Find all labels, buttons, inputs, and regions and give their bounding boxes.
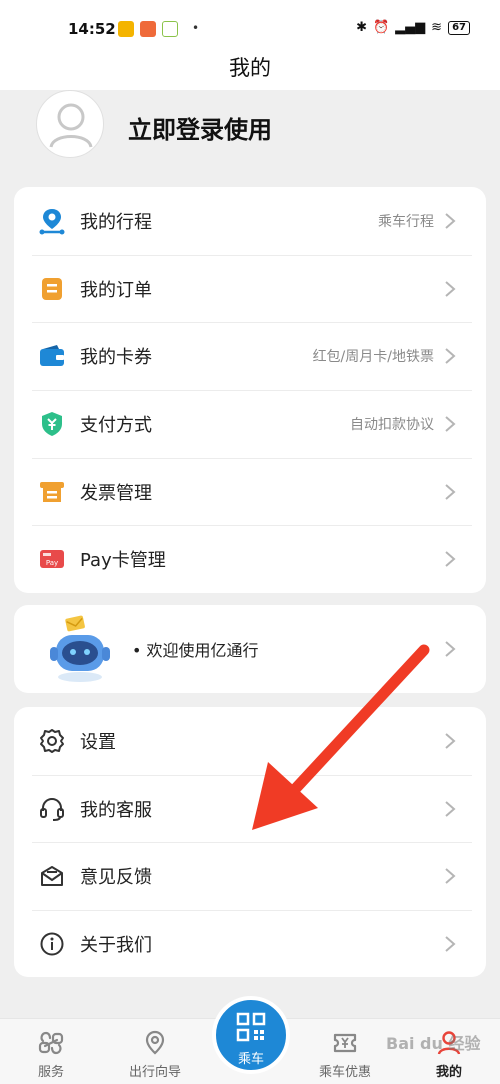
tab-ride-offers[interactable]: 乘车优惠 bbox=[300, 1019, 390, 1084]
notification-dot: • bbox=[192, 21, 200, 35]
battery-icon: 67 bbox=[448, 20, 470, 35]
chevron-right-icon bbox=[445, 416, 456, 432]
status-bar: 14:52 • ✱ ⏰ ▂▄▆ ≋ 67 bbox=[0, 0, 500, 42]
menu-item-orders[interactable]: 我的订单 bbox=[14, 254, 486, 323]
menu-label: Pay卡管理 bbox=[80, 550, 166, 572]
page-title: 我的 bbox=[229, 56, 271, 80]
yen-ticket-icon bbox=[333, 1033, 357, 1053]
feedback-mail-icon bbox=[38, 862, 66, 890]
chevron-right-icon bbox=[445, 483, 456, 500]
tab-label: 出行向导 bbox=[128, 1065, 181, 1080]
info-icon bbox=[38, 930, 66, 958]
menu-item-payment[interactable]: 支付方式 自动扣款协议 bbox=[14, 390, 486, 458]
user-avatar-icon bbox=[49, 103, 93, 148]
bluetooth-icon: ✱ bbox=[356, 20, 367, 35]
menu-label: 发票管理 bbox=[80, 482, 152, 504]
watermark: Bai du 经验 bbox=[386, 1034, 481, 1053]
status-icons: ✱ ⏰ ▂▄▆ ≋ 67 bbox=[356, 20, 470, 35]
signal-icon: ▂▄▆ bbox=[395, 20, 426, 35]
menu-label: 我的客服 bbox=[80, 799, 152, 821]
tab-label: 我的 bbox=[435, 1065, 462, 1080]
menu-item-settings[interactable]: 设置 bbox=[14, 707, 486, 775]
menu-sublabel: 乘车行程 bbox=[378, 213, 434, 230]
notification-app-icon bbox=[140, 21, 156, 37]
notification-app-icon bbox=[118, 21, 134, 37]
login-prompt[interactable]: 立即登录使用 bbox=[128, 110, 272, 145]
tab-services[interactable]: 服务 bbox=[6, 1019, 96, 1084]
gear-icon bbox=[38, 727, 66, 755]
menu-sublabel: 红包/周月卡/地铁票 bbox=[312, 349, 434, 366]
qr-code-icon bbox=[236, 1012, 266, 1042]
svg-text:Pay: Pay bbox=[46, 559, 58, 567]
ride-qr-button[interactable]: 乘车 bbox=[212, 996, 290, 1074]
route-pin-icon bbox=[38, 207, 66, 235]
notification-app-icon bbox=[162, 21, 178, 37]
menu-label: 支付方式 bbox=[80, 414, 152, 436]
menu-label: 意见反馈 bbox=[80, 867, 152, 889]
menu-item-invoice[interactable]: 发票管理 bbox=[14, 457, 486, 526]
invoice-icon bbox=[38, 478, 66, 506]
wallet-icon bbox=[38, 342, 66, 370]
chevron-right-icon bbox=[445, 551, 456, 568]
menu-label: 我的行程 bbox=[80, 211, 152, 233]
services-icon bbox=[38, 1031, 64, 1055]
wifi-icon: ≋ bbox=[431, 20, 443, 35]
menu-label: 设置 bbox=[80, 731, 116, 753]
chevron-right-icon bbox=[445, 936, 456, 952]
menu-label: 关于我们 bbox=[80, 934, 152, 956]
avatar[interactable] bbox=[36, 90, 104, 158]
menu-label: 我的订单 bbox=[80, 279, 152, 301]
menu-item-coupons[interactable]: 我的卡券 红包/周月卡/地铁票 bbox=[14, 322, 486, 390]
menu-label: 我的卡券 bbox=[80, 347, 152, 369]
chevron-right-icon bbox=[445, 733, 456, 749]
menu-item-trips[interactable]: 我的行程 乘车行程 bbox=[14, 187, 486, 255]
order-clipboard-icon bbox=[38, 275, 66, 303]
account-menu-card: 我的行程 乘车行程 我的订单 我的卡券 红包/周月卡/地铁票 支付方式 自动扣款… bbox=[14, 187, 486, 593]
menu-item-customer-service[interactable]: 我的客服 bbox=[14, 774, 486, 843]
headset-icon bbox=[38, 795, 66, 823]
page-header: 我的 bbox=[0, 42, 500, 90]
menu-item-about[interactable]: 关于我们 bbox=[14, 910, 486, 978]
chevron-right-icon bbox=[445, 280, 456, 297]
tab-label: 服务 bbox=[37, 1065, 64, 1080]
chevron-right-icon bbox=[445, 800, 456, 817]
menu-item-feedback[interactable]: 意见反馈 bbox=[14, 842, 486, 910]
robot-mascot-icon bbox=[50, 615, 110, 682]
welcome-banner[interactable]: • 欢迎使用亿通行 bbox=[14, 605, 486, 693]
alarm-icon: ⏰ bbox=[372, 20, 390, 35]
tab-travel-guide[interactable]: 出行向导 bbox=[110, 1019, 200, 1084]
tab-label: 乘车优惠 bbox=[318, 1065, 371, 1080]
location-pin-icon bbox=[145, 1030, 165, 1055]
chevron-right-icon bbox=[445, 641, 456, 657]
ride-label: 乘车 bbox=[237, 1052, 264, 1067]
chevron-right-icon bbox=[445, 348, 456, 364]
profile-section[interactable]: 立即登录使用 bbox=[0, 90, 500, 178]
chevron-right-icon bbox=[445, 868, 456, 884]
chevron-right-icon bbox=[445, 213, 456, 229]
menu-sublabel: 自动扣款协议 bbox=[350, 416, 434, 433]
settings-menu-card: 设置 我的客服 意见反馈 关于我们 bbox=[14, 707, 486, 977]
menu-item-pay-card[interactable]: Pay Pay卡管理 bbox=[14, 525, 486, 593]
pay-card-icon: Pay bbox=[38, 545, 66, 573]
status-time: 14:52 bbox=[68, 20, 116, 38]
welcome-text: • 欢迎使用亿通行 bbox=[132, 641, 259, 660]
shield-yen-icon bbox=[38, 410, 66, 438]
